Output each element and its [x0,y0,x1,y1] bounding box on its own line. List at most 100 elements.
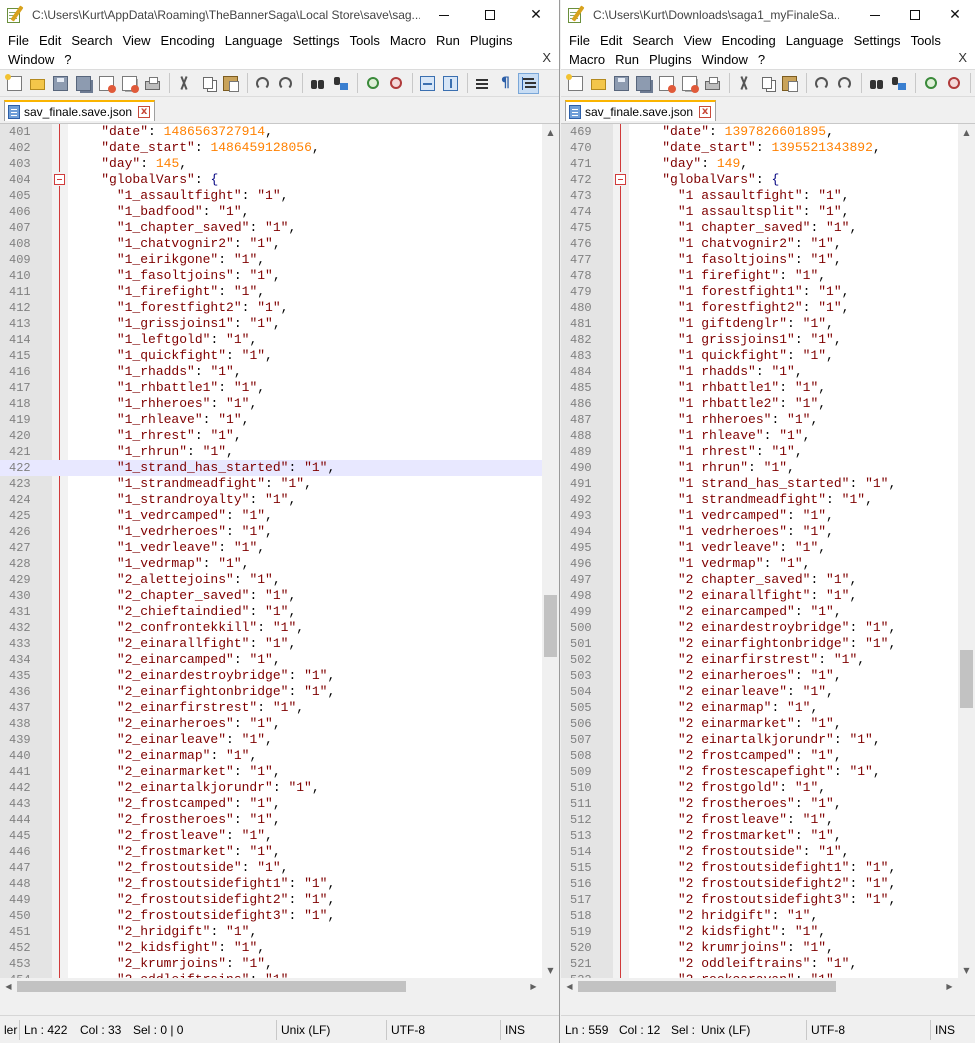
open-file-button[interactable] [588,73,609,94]
close-button[interactable] [96,73,117,94]
menu-plugins[interactable]: Plugins [466,33,517,48]
horizontal-scrollbar[interactable]: ◀ ▶ [0,978,542,995]
tab-sav-finale[interactable]: sav_finale.save.json x [565,100,717,121]
cut-button[interactable] [174,73,195,94]
tab-close-button[interactable]: x [138,105,151,118]
undo-button[interactable] [252,73,273,94]
paste-button[interactable] [220,73,241,94]
menu-edit[interactable]: Edit [35,33,65,48]
menu-search[interactable]: Search [67,33,116,48]
scroll-thumb[interactable] [960,650,973,708]
horizontal-scrollbar[interactable]: ◀ ▶ [561,978,958,995]
menu-settings[interactable]: Settings [850,33,905,48]
show-all-chars-button[interactable]: ¶ [495,73,516,94]
scroll-right-icon[interactable]: ▶ [525,978,542,995]
close-window-button[interactable]: ✕ [513,0,559,30]
print-button[interactable] [702,73,723,94]
scroll-down-icon[interactable]: ▼ [958,962,975,979]
zoom-in-button[interactable] [920,73,941,94]
print-button[interactable] [142,73,163,94]
menu-window[interactable]: Window [698,52,752,67]
sync-vertical-button[interactable] [417,73,438,94]
zoom-in-button[interactable] [362,73,383,94]
code-editor[interactable]: 401 "date": 1486563727914, 402 "date_star… [0,123,559,995]
new-file-button[interactable] [4,73,25,94]
save-button[interactable] [50,73,71,94]
title-bar[interactable]: C:\Users\Kurt\Downloads\saga1_myFinaleSa… [561,0,975,30]
save-all-button[interactable] [73,73,94,94]
replace-button[interactable] [330,73,351,94]
menu-encoding[interactable]: Encoding [718,33,780,48]
menu-view[interactable]: View [680,33,716,48]
scroll-up-icon[interactable]: ▲ [958,124,975,141]
menu-help[interactable]: ? [754,52,769,67]
scroll-thumb[interactable] [544,595,557,657]
json-string: "1" [241,956,266,971]
scroll-down-icon[interactable]: ▼ [542,962,559,979]
menu-encoding[interactable]: Encoding [157,33,219,48]
title-bar[interactable]: C:\Users\Kurt\AppData\Roaming\TheBannerS… [0,0,559,30]
close-document-button[interactable]: X [958,50,967,65]
redo-button[interactable] [834,73,855,94]
code-line: 430 "2_chapter_saved": "1", [0,588,559,604]
find-button[interactable] [307,73,328,94]
menu-settings[interactable]: Settings [289,33,344,48]
vertical-scrollbar[interactable]: ▲ ▼ [958,124,975,979]
menu-run[interactable]: Run [432,33,464,48]
menu-run[interactable]: Run [611,52,643,67]
zoom-out-button[interactable] [385,73,406,94]
sync-horizontal-button[interactable] [440,73,461,94]
scroll-thumb[interactable] [17,981,406,992]
scroll-right-icon[interactable]: ▶ [941,978,958,995]
copy-button[interactable] [197,73,218,94]
redo-button[interactable] [275,73,296,94]
close-all-button[interactable] [679,73,700,94]
replace-button[interactable] [889,73,910,94]
menu-window[interactable]: Window [4,52,58,67]
menu-file[interactable]: File [4,33,33,48]
scroll-up-icon[interactable]: ▲ [542,124,559,141]
scroll-left-icon[interactable]: ◀ [561,978,578,995]
save-all-button[interactable] [633,73,654,94]
tab-sav-finale[interactable]: sav_finale.save.json x [4,100,156,121]
menu-help[interactable]: ? [60,52,75,67]
maximize-button[interactable] [895,0,935,30]
menu-edit[interactable]: Edit [596,33,626,48]
scroll-thumb[interactable] [578,981,836,992]
minimize-button[interactable] [855,0,895,30]
minimize-button[interactable] [421,0,467,30]
json-string: "1" [810,716,834,731]
zoom-out-button[interactable] [943,73,964,94]
menu-search[interactable]: Search [628,33,677,48]
menu-macro[interactable]: Macro [386,33,430,48]
word-wrap-button[interactable] [472,73,493,94]
new-file-button[interactable] [565,73,586,94]
menu-tools[interactable]: Tools [907,33,945,48]
close-window-button[interactable]: ✕ [935,0,975,30]
copy-button[interactable] [756,73,777,94]
maximize-button[interactable] [467,0,513,30]
vertical-scrollbar[interactable]: ▲ ▼ [542,124,559,979]
close-document-button[interactable]: X [542,50,551,65]
json-string: "1" [304,892,328,907]
menu-view[interactable]: View [119,33,155,48]
menu-tools[interactable]: Tools [346,33,384,48]
close-all-button[interactable] [119,73,140,94]
menu-language[interactable]: Language [221,33,287,48]
menu-language[interactable]: Language [782,33,848,48]
scroll-left-icon[interactable]: ◀ [0,978,17,995]
cut-button[interactable] [734,73,755,94]
save-button[interactable] [611,73,632,94]
undo-button[interactable] [811,73,832,94]
paste-button[interactable] [779,73,800,94]
json-string: "1" [779,428,803,443]
menu-file[interactable]: File [565,33,594,48]
menu-macro[interactable]: Macro [565,52,609,67]
menu-plugins[interactable]: Plugins [645,52,696,67]
indent-guide-button[interactable] [518,72,539,94]
tab-close-button[interactable]: x [699,105,712,118]
open-file-button[interactable] [27,73,48,94]
close-button[interactable] [656,73,677,94]
find-button[interactable] [866,73,887,94]
code-editor[interactable]: 469 "date": 1397826601895, 470 "date_star… [561,123,975,995]
